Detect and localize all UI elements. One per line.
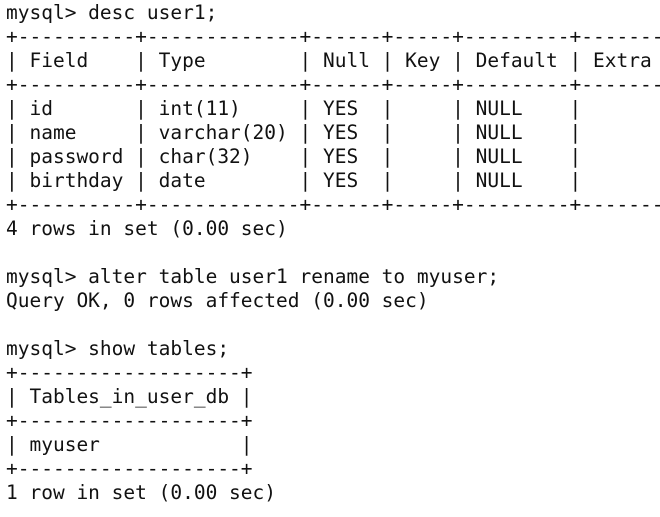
table-border: +----------+-------------+------+-----+-…: [6, 193, 660, 216]
table-row: | birthday | date | YES | | NULL | |: [6, 169, 660, 192]
table-header-row: | Tables_in_user_db |: [6, 385, 253, 408]
terminal-output[interactable]: mysql> desc user1; +----------+---------…: [0, 0, 660, 517]
table-row: | myuser |: [6, 433, 253, 456]
table-row: | password | char(32) | YES | | NULL | |: [6, 145, 660, 168]
table-header-row: | Field | Type | Null | Key | Default | …: [6, 49, 660, 72]
prompt-line: mysql> show tables;: [6, 337, 230, 360]
table-border: +-------------------+: [6, 361, 253, 384]
prompt-line: mysql> desc user1;: [6, 1, 218, 24]
result-summary: 1 row in set (0.00 sec): [6, 481, 277, 504]
prompt-line: mysql> alter table user1 rename to myuse…: [6, 265, 500, 288]
table-border: +----------+-------------+------+-----+-…: [6, 73, 660, 96]
result-summary: 4 rows in set (0.00 sec): [6, 217, 288, 240]
result-summary: Query OK, 0 rows affected (0.00 sec): [6, 289, 429, 312]
table-border: +-------------------+: [6, 457, 253, 480]
table-row: | name | varchar(20) | YES | | NULL | |: [6, 121, 660, 144]
table-row: | id | int(11) | YES | | NULL | |: [6, 97, 660, 120]
table-border: +----------+-------------+------+-----+-…: [6, 25, 660, 48]
table-border: +-------------------+: [6, 409, 253, 432]
